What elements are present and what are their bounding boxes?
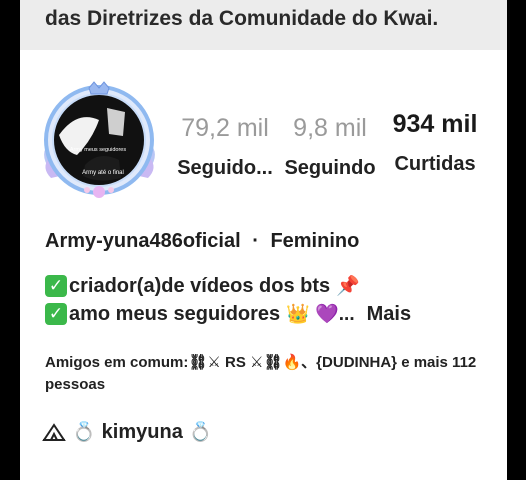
check-icon: ✓ — [45, 303, 67, 325]
followers-label: Seguido... — [177, 157, 273, 179]
avatar-caption-top: Army meus seguidores — [69, 147, 127, 153]
linked-account-name: kimyuna — [101, 420, 183, 443]
following-stat[interactable]: 9,8 mil Seguindo — [282, 113, 378, 179]
gender: Feminino — [270, 230, 360, 252]
more-button[interactable]: Mais — [367, 303, 411, 326]
likes-stat[interactable]: 934 mil Curtidas — [385, 109, 485, 175]
guidelines-banner: das Diretrizes da Comunidade do Kwai. — [20, 0, 507, 50]
bio-text-2: amo meus seguidores — [69, 302, 281, 325]
bio-line-2: ✓ amo meus seguidores 👑 💜... Mais — [45, 302, 411, 326]
avatar[interactable]: Army meus seguidores Army até o final — [37, 80, 162, 205]
avatar-frame-icon — [44, 81, 155, 198]
likes-label: Curtidas — [394, 153, 476, 175]
username: Army-yuna486oficial — [45, 230, 241, 252]
linked-account[interactable]: 💍 kimyuna 💍 — [42, 420, 219, 444]
ring-icon: 💍 — [72, 422, 96, 443]
followers-count: 79,2 mil — [181, 114, 269, 142]
mutual-friends[interactable]: Amigos em comum:⛓⚔ RS ⚔⛓🔥、{DUDINHA} e ma… — [45, 352, 485, 396]
profile-name-line: Army-yuna486oficial · Feminino — [45, 230, 359, 253]
bio-line-1: ✓ criador(a)de vídeos dos bts 📌 — [45, 274, 360, 298]
crown-heart-icons: 👑 💜... — [286, 304, 355, 325]
followers-stat[interactable]: 79,2 mil Seguido... — [170, 113, 280, 179]
guidelines-text: das Diretrizes da Comunidade do Kwai. — [45, 7, 439, 30]
separator: · — [252, 230, 259, 252]
following-label: Seguindo — [284, 157, 376, 179]
likes-count: 934 mil — [392, 110, 478, 138]
pin-icon: 📌 — [336, 276, 360, 297]
avatar-caption-bottom: Army até o final — [82, 170, 124, 176]
bio-text-1: criador(a)de vídeos dos bts — [69, 274, 331, 297]
profile-panel: das Diretrizes da Comunidade do Kwai. Ar… — [20, 0, 507, 480]
following-count: 9,8 mil — [293, 114, 367, 142]
tent-icon — [42, 423, 66, 441]
check-icon: ✓ — [45, 275, 67, 297]
ring-icon: 💍 — [188, 422, 213, 443]
